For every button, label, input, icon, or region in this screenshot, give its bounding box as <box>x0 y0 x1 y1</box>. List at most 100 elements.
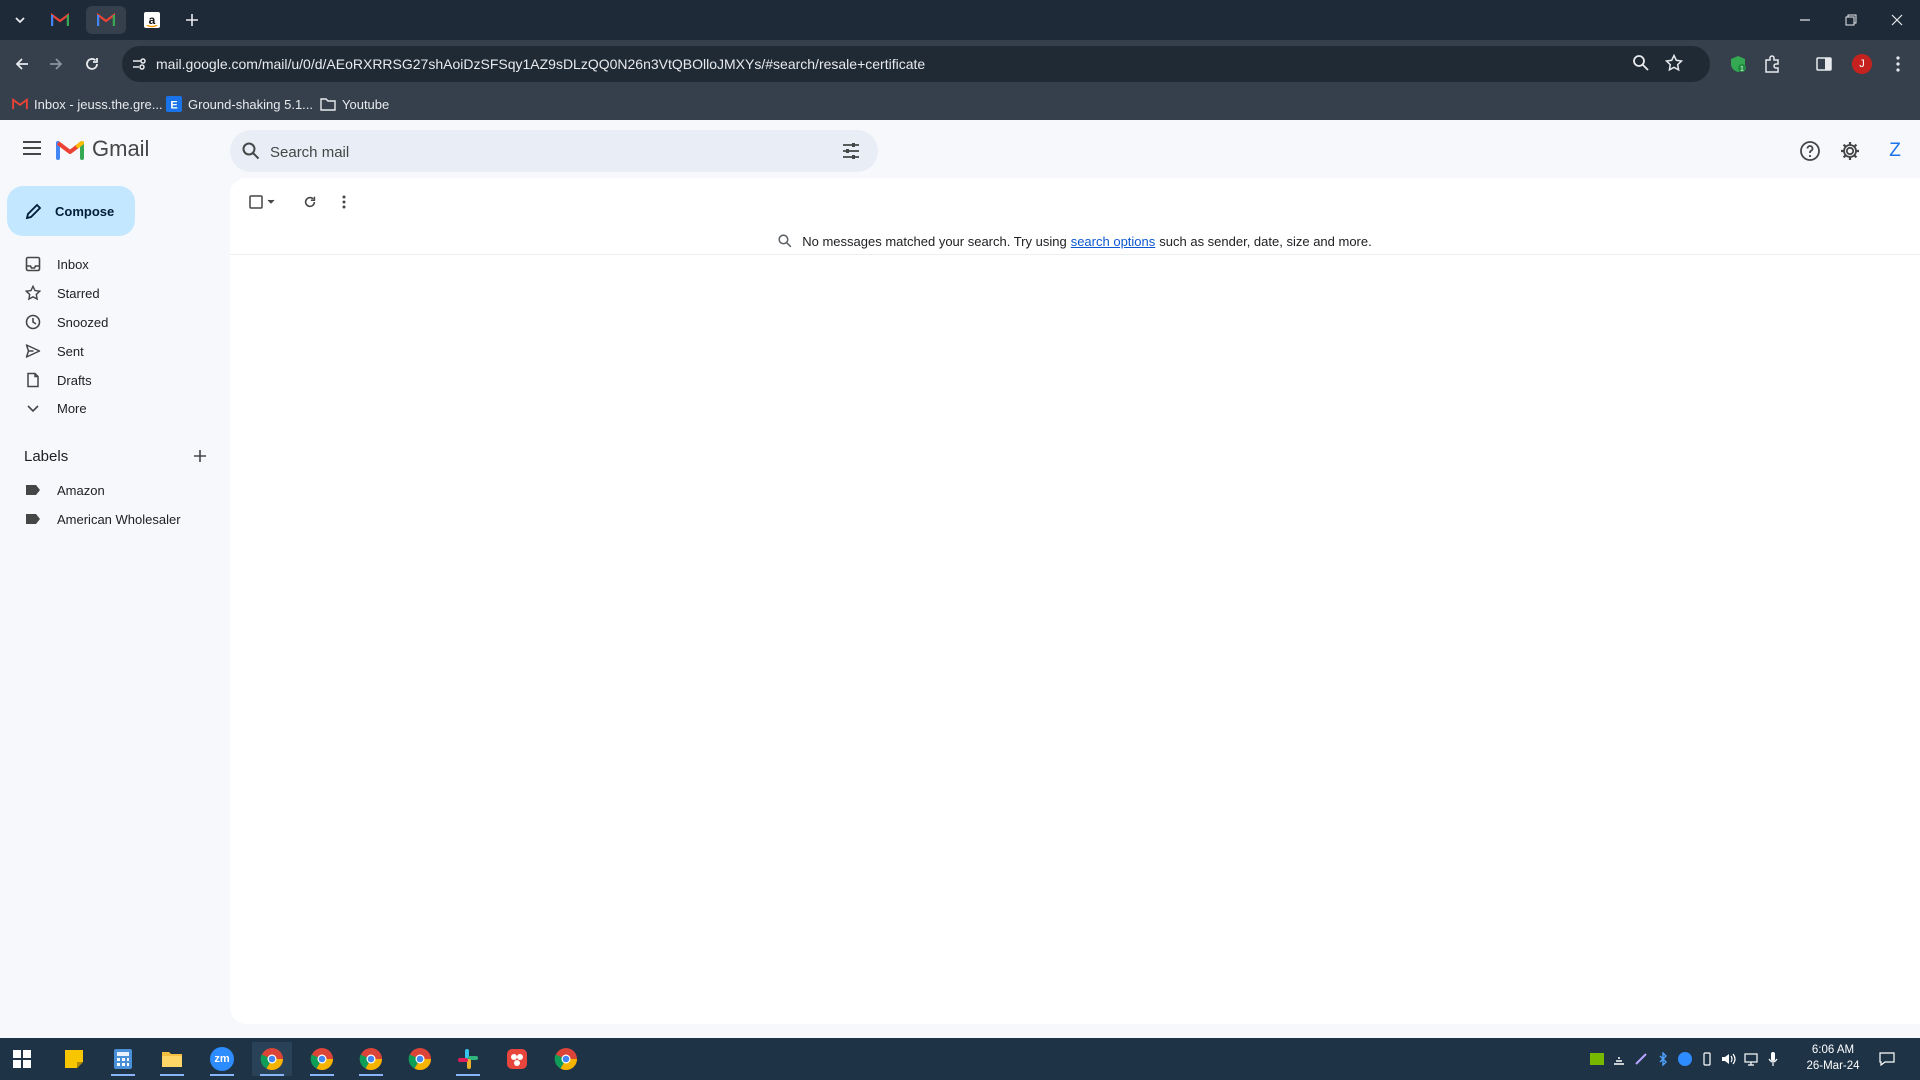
taskbar-zoom[interactable]: zm <box>202 1042 242 1076</box>
inbox-icon <box>25 256 41 272</box>
bookmark-label: Ground-shaking 5.1... <box>188 96 314 112</box>
taskbar-calculator[interactable] <box>103 1042 143 1076</box>
taskbar-chrome-5[interactable] <box>546 1042 586 1076</box>
settings-button[interactable] <box>1835 136 1865 166</box>
pen-tray-icon[interactable] <box>1632 1050 1650 1068</box>
restore-button[interactable] <box>1828 0 1874 40</box>
taskbar-slack[interactable] <box>448 1042 488 1076</box>
account-avatar[interactable]: Z <box>1880 136 1910 166</box>
nav-sent[interactable]: Sent <box>0 337 226 365</box>
usb-tray-icon[interactable] <box>1698 1050 1716 1068</box>
gmail-logo[interactable]: Gmail <box>56 136 149 162</box>
e-badge-icon: E <box>166 96 182 112</box>
taskbar-app-red[interactable] <box>497 1042 537 1076</box>
nav-inbox[interactable]: Inbox <box>0 250 226 278</box>
bookmark-youtube-folder[interactable]: Youtube <box>320 93 389 115</box>
bookmark-inbox[interactable]: Inbox - jeuss.the.gre... <box>12 93 163 115</box>
bookmarks-bar: Inbox - jeuss.the.gre... E Ground-shakin… <box>0 87 1920 120</box>
search-input[interactable] <box>268 130 832 174</box>
extensions-puzzle-icon[interactable] <box>1756 48 1788 80</box>
app-icon <box>507 1049 527 1069</box>
bluetooth-tray-icon[interactable] <box>1654 1050 1672 1068</box>
volume-tray-icon[interactable] <box>1720 1050 1738 1068</box>
chrome-icon <box>310 1048 333 1070</box>
tab-search-button[interactable] <box>4 6 36 34</box>
nav-more[interactable]: More <box>0 394 226 422</box>
taskbar-clock[interactable]: 6:06 AM 26-Mar-24 <box>1796 1042 1870 1074</box>
tab-amazon[interactable]: a <box>136 6 168 34</box>
bookmark-ground-shaking[interactable]: E Ground-shaking 5.1... <box>166 93 313 115</box>
search-icon[interactable] <box>242 142 260 160</box>
extension-shield-icon[interactable]: 1 <box>1722 48 1754 80</box>
reload-icon <box>86 58 98 70</box>
site-info-icon[interactable] <box>130 55 148 73</box>
side-panel-icon[interactable] <box>1808 48 1840 80</box>
sticky-notes-icon <box>65 1050 83 1068</box>
bookmark-star-icon[interactable] <box>1665 54 1683 72</box>
forward-button[interactable] <box>40 48 72 80</box>
zoom-search-icon[interactable] <box>1632 54 1650 72</box>
arrow-left-icon <box>15 58 28 70</box>
chrome-menu-button[interactable] <box>1882 48 1914 80</box>
address-bar[interactable]: mail.google.com/mail/u/0/d/AEoRXRRSG27sh… <box>122 46 1710 82</box>
plus-icon <box>194 450 206 462</box>
nav-label: Snoozed <box>57 314 109 330</box>
refresh-icon <box>304 196 316 208</box>
notifications-button[interactable] <box>1878 1050 1896 1068</box>
no-results-message: No messages matched your search. Try usi… <box>230 228 1920 255</box>
send-icon <box>25 344 41 358</box>
taskbar-sticky-notes[interactable] <box>54 1042 94 1076</box>
minimize-button[interactable] <box>1782 0 1828 40</box>
start-button[interactable] <box>2 1042 42 1076</box>
compose-button[interactable]: Compose <box>7 186 135 236</box>
taskbar-chrome-2[interactable] <box>302 1042 342 1076</box>
taskbar-file-explorer[interactable] <box>152 1042 192 1076</box>
bookmark-label: Inbox - jeuss.the.gre... <box>34 96 163 112</box>
ethernet-tray-icon[interactable] <box>1742 1050 1760 1068</box>
reload-button[interactable] <box>76 48 108 80</box>
search-options-icon[interactable] <box>842 142 860 160</box>
search-bar[interactable] <box>230 130 878 174</box>
close-window-button[interactable] <box>1874 0 1920 40</box>
chevron-down-icon <box>15 17 25 24</box>
running-indicator <box>456 1074 480 1076</box>
nav-starred[interactable]: Starred <box>0 279 226 307</box>
plus-icon <box>186 14 198 26</box>
label-american-wholesaler[interactable]: American Wholesaler <box>0 505 226 533</box>
chrome-icon <box>408 1048 431 1070</box>
running-indicator <box>310 1074 334 1076</box>
search-options-link[interactable]: search options <box>1071 234 1156 249</box>
notification-icon <box>1879 1052 1895 1066</box>
taskbar-chrome-3[interactable] <box>351 1042 391 1076</box>
search-icon <box>778 234 792 248</box>
microphone-tray-icon[interactable] <box>1764 1050 1782 1068</box>
profile-avatar[interactable]: J <box>1846 48 1878 80</box>
tab-gmail-1[interactable] <box>44 6 76 34</box>
browser-tab-strip: a <box>0 0 1920 40</box>
select-all-checkbox[interactable] <box>246 190 280 214</box>
slack-icon <box>458 1049 478 1069</box>
help-icon <box>1800 141 1820 161</box>
refresh-button[interactable] <box>298 190 322 214</box>
browser-toolbar: mail.google.com/mail/u/0/d/AEoRXRRSG27sh… <box>0 40 1920 87</box>
nvidia-tray-icon[interactable] <box>1588 1050 1606 1068</box>
main-menu-button[interactable] <box>18 134 46 162</box>
nav-label: More <box>57 400 87 416</box>
taskbar-chrome-1[interactable] <box>252 1042 292 1076</box>
network-tray-icon[interactable] <box>1610 1050 1628 1068</box>
nav-drafts[interactable]: Drafts <box>0 366 226 394</box>
close-icon <box>1891 14 1903 26</box>
create-label-button[interactable] <box>188 444 212 468</box>
back-button[interactable] <box>6 48 38 80</box>
new-tab-button[interactable] <box>176 6 208 34</box>
zoom-tray-icon[interactable] <box>1676 1050 1694 1068</box>
more-actions-button[interactable] <box>334 190 354 214</box>
folder-icon <box>320 98 336 111</box>
nav-snoozed[interactable]: Snoozed <box>0 308 226 336</box>
taskbar-chrome-4[interactable] <box>400 1042 440 1076</box>
help-button[interactable] <box>1795 136 1825 166</box>
clock-date: 26-Mar-24 <box>1806 1060 1860 1072</box>
tab-gmail-active[interactable] <box>86 6 126 34</box>
running-indicator <box>210 1074 234 1076</box>
label-amazon[interactable]: Amazon <box>0 476 226 504</box>
